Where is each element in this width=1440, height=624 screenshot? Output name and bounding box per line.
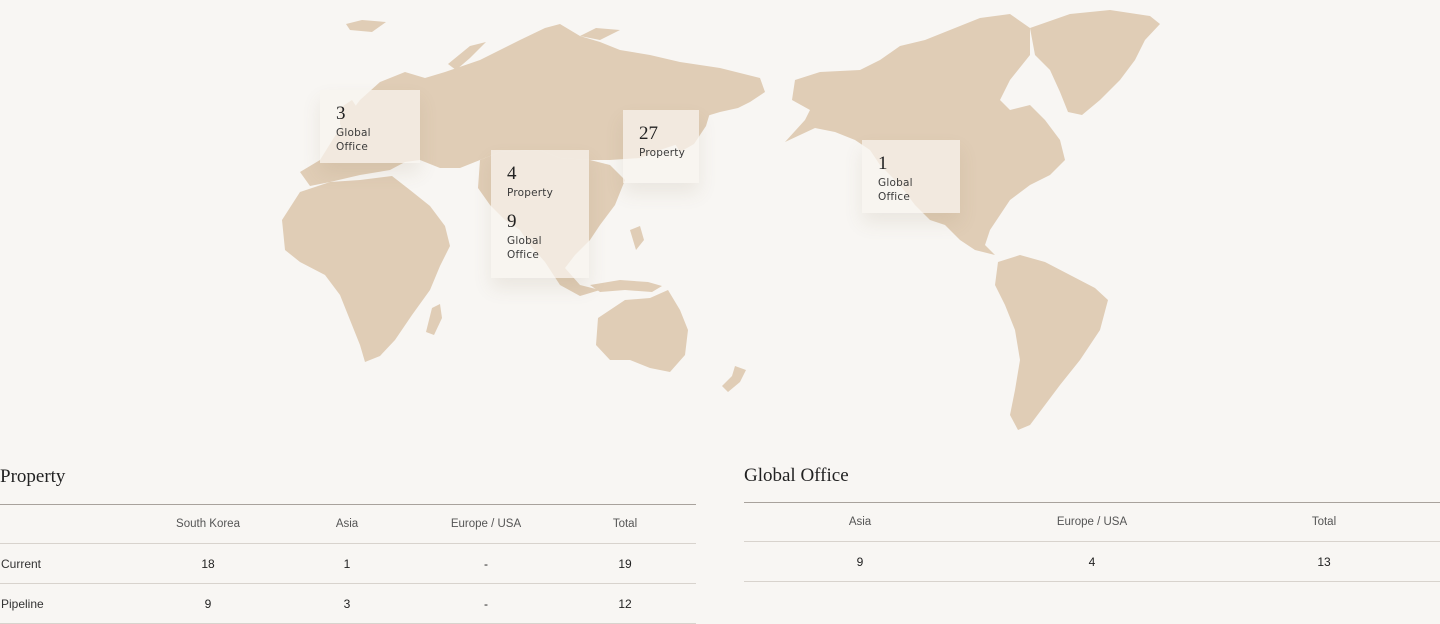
stat-item: 27 Property xyxy=(639,123,686,160)
table-cell: 3 xyxy=(276,583,418,624)
stat-item: 1 Global Office xyxy=(878,154,944,204)
table-cell: 19 xyxy=(554,543,696,584)
africa-landmass xyxy=(282,176,450,362)
stat-label: Property xyxy=(639,147,686,159)
stat-item: 3 Global Office xyxy=(336,104,404,154)
stat-label: Global Office xyxy=(878,177,913,203)
table-cell: 18 xyxy=(140,543,276,584)
column-header: Asia xyxy=(276,504,418,544)
world-map: 3 Global Office 4 Property 9 Global Offi… xyxy=(0,0,1440,440)
stat-label: Global Office xyxy=(336,127,371,153)
australia-landmass xyxy=(596,290,688,372)
table-cell: 9 xyxy=(140,583,276,624)
table-cell: 13 xyxy=(1208,541,1440,582)
table-row: Pipeline 9 3 - 12 xyxy=(0,583,696,624)
callout-usa: 1 Global Office xyxy=(862,140,960,213)
table-header-row: South Korea Asia Europe / USA Total xyxy=(0,504,696,544)
table-cell: 1 xyxy=(276,543,418,584)
philippines-landmass xyxy=(630,226,644,250)
north-america-landmass xyxy=(785,14,1065,255)
callout-europe: 3 Global Office xyxy=(320,90,420,163)
iceland-landmass xyxy=(346,20,386,32)
column-header: Europe / USA xyxy=(418,504,554,544)
world-map-illustration xyxy=(282,10,1160,430)
row-label: Current xyxy=(0,543,140,584)
south-america-landmass xyxy=(995,255,1108,430)
callout-korea: 27 Property xyxy=(623,110,699,183)
table-header-row: Asia Europe / USA Total xyxy=(744,502,1440,542)
stat-value: 9 xyxy=(507,211,517,232)
row-label: Pipeline xyxy=(0,583,140,624)
property-section-title: Property xyxy=(0,466,66,487)
indonesia-landmass xyxy=(590,280,662,292)
stat-item: 4 Property xyxy=(507,164,573,200)
stat-value: 4 xyxy=(507,163,517,184)
greenland-landmass xyxy=(1030,10,1160,115)
new-zealand-landmass xyxy=(722,366,746,392)
table-cell: 12 xyxy=(554,583,696,624)
column-header xyxy=(0,504,140,544)
callout-asia: 4 Property 9 Global Office xyxy=(491,150,589,278)
column-header: Europe / USA xyxy=(976,502,1208,542)
stat-value: 27 xyxy=(639,123,658,144)
table-cell: - xyxy=(418,583,554,624)
stat-value: 3 xyxy=(336,103,346,124)
column-header: Total xyxy=(1208,502,1440,542)
property-table: South Korea Asia Europe / USA Total Curr… xyxy=(0,504,696,624)
stat-item: 9 Global Office xyxy=(507,212,573,262)
stat-label: Property xyxy=(507,187,554,199)
table-cell: 9 xyxy=(744,541,976,582)
table-row: Current 18 1 - 19 xyxy=(0,543,696,584)
column-header: Total xyxy=(554,504,696,544)
table-cell: 4 xyxy=(976,541,1208,582)
madagascar-landmass xyxy=(426,304,442,335)
column-header: South Korea xyxy=(140,504,276,544)
table-cell: - xyxy=(418,543,554,584)
column-header: Asia xyxy=(744,502,976,542)
stat-label: Global Office xyxy=(507,235,542,261)
stat-value: 1 xyxy=(878,153,888,174)
global-office-section-title: Global Office xyxy=(744,465,849,486)
global-office-table: Asia Europe / USA Total 9 4 13 xyxy=(744,502,1440,582)
table-row: 9 4 13 xyxy=(744,541,1440,582)
